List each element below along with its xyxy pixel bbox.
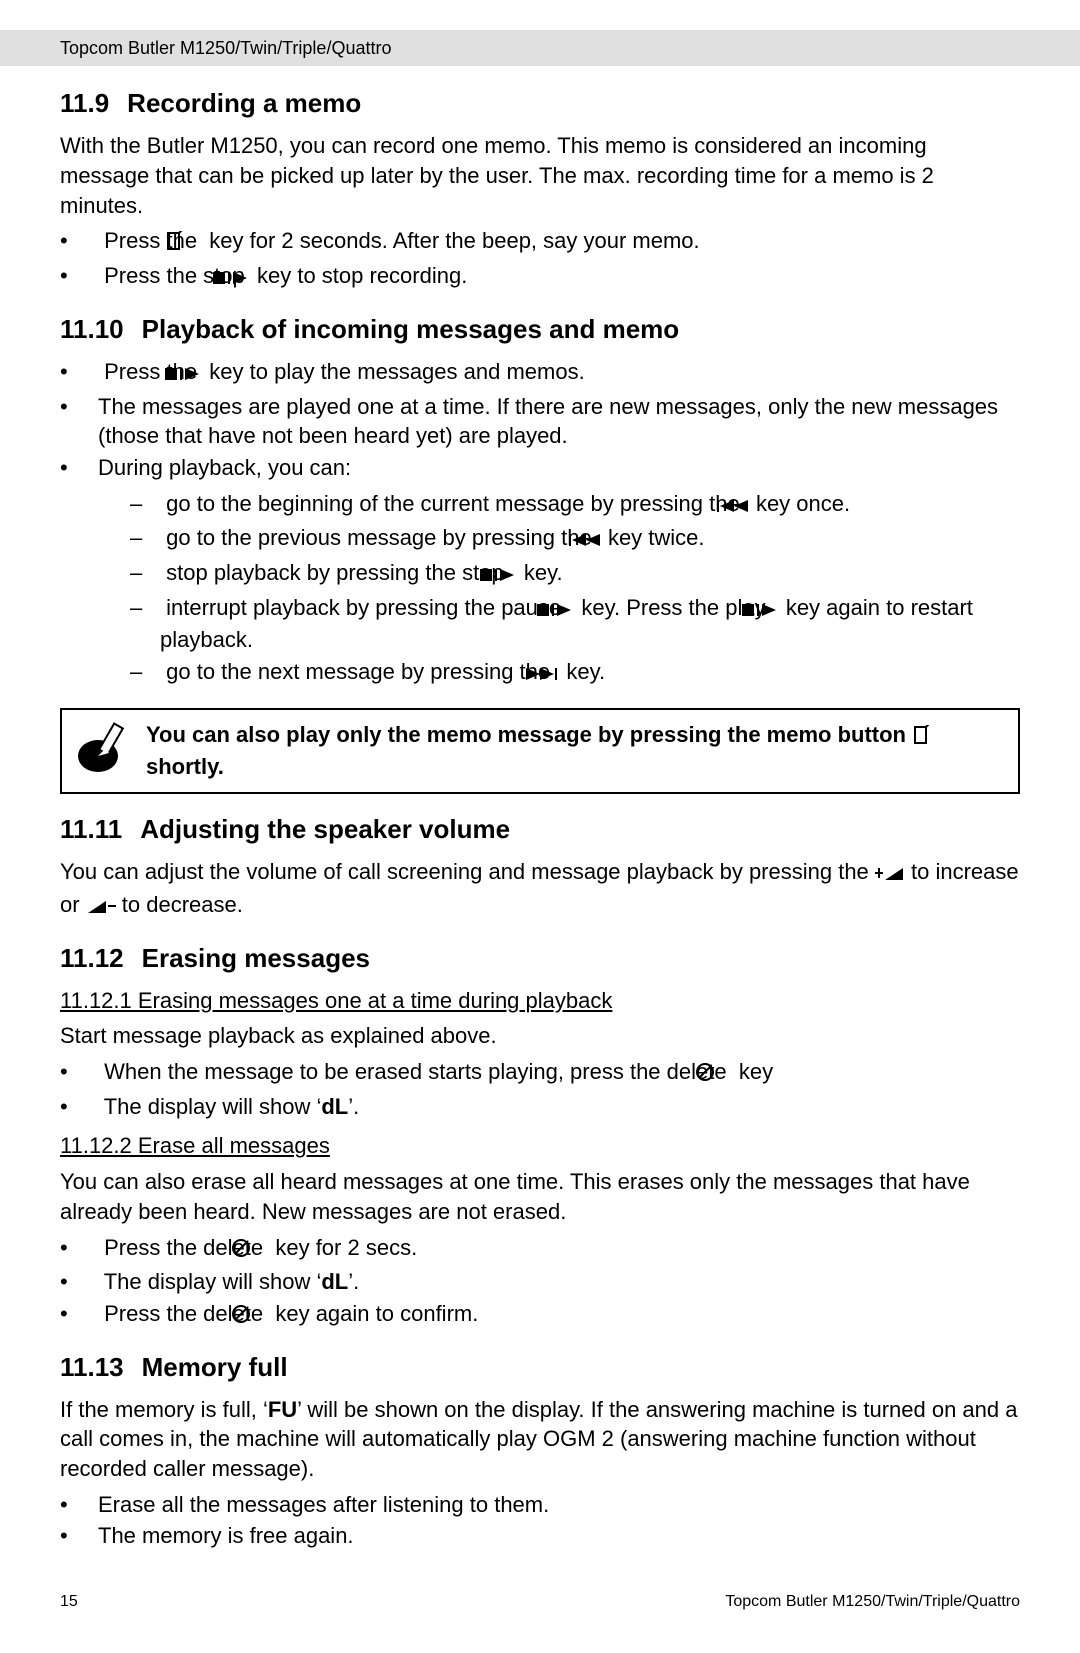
text: ’. xyxy=(348,1094,359,1119)
section-title: Erasing messages xyxy=(142,943,370,973)
section-title: Playback of incoming messages and memo xyxy=(142,314,680,344)
sublist-11-10: go to the beginning of the current messa… xyxy=(60,489,1020,690)
text: key to play the messages and memos. xyxy=(203,359,585,384)
note-text: You can also play only the memo message … xyxy=(146,720,1004,782)
text: key xyxy=(733,1059,773,1084)
section-number: 11.9 xyxy=(60,86,109,121)
text: The display will show ‘ xyxy=(104,1269,322,1294)
text: stop playback by pressing the stop xyxy=(166,560,510,585)
intro-11-9: With the Butler M1250, you can record on… xyxy=(60,131,1020,220)
text: key for 2 seconds. After the beep, say y… xyxy=(203,228,699,253)
text: shortly. xyxy=(146,754,224,779)
section-title: Recording a memo xyxy=(127,88,361,118)
text: You can also play only the memo message … xyxy=(146,722,912,747)
section-number: 11.13 xyxy=(60,1350,124,1385)
list-item: go to the previous message by pressing t… xyxy=(130,523,1020,556)
text: go to the next message by pressing the xyxy=(166,659,556,684)
list-11-13: Erase all the messages after listening t… xyxy=(60,1490,1020,1551)
list-item: Press the delete key for 2 secs. xyxy=(60,1233,1020,1266)
text: If the memory is full, ‘ xyxy=(60,1397,268,1422)
text: ’. xyxy=(348,1269,359,1294)
text: Press the xyxy=(104,228,203,253)
section-title: Adjusting the speaker volume xyxy=(140,814,510,844)
section-number: 11.12 xyxy=(60,941,124,976)
page-header: Topcom Butler M1250/Twin/Triple/Quattro xyxy=(0,30,1080,66)
stop-play-icon xyxy=(510,561,518,591)
list-11-9: Press the key for 2 seconds. After the b… xyxy=(60,226,1020,293)
section-number: 11.10 xyxy=(60,312,124,347)
note-pencil-icon xyxy=(76,720,130,782)
memo-icon xyxy=(912,723,930,753)
heading-11-13: 11.13 Memory full xyxy=(60,1350,1020,1385)
text: interrupt playback by pressing the pause xyxy=(166,595,567,620)
text-11-11: You can adjust the volume of call screen… xyxy=(60,857,1020,922)
text: key for 2 secs. xyxy=(269,1235,417,1260)
list-item: Erase all the messages after listening t… xyxy=(60,1490,1020,1520)
intro-11-12-1: Start message playback as explained abov… xyxy=(60,1021,1020,1051)
list-item: go to the beginning of the current messa… xyxy=(130,489,1020,522)
heading-11-12: 11.12 Erasing messages xyxy=(60,941,1020,976)
text: go to the beginning of the current messa… xyxy=(166,491,746,516)
intro-11-12-2: You can also erase all heard messages at… xyxy=(60,1167,1020,1226)
text: key. xyxy=(518,560,563,585)
list-item: stop playback by pressing the stop key. xyxy=(130,558,1020,591)
display-code: dL xyxy=(321,1269,348,1294)
page-number: 15 xyxy=(60,1591,78,1613)
list-11-12-1: When the message to be erased starts pla… xyxy=(60,1057,1020,1121)
subheading-11-12-1: 11.12.1 Erasing messages one at a time d… xyxy=(60,986,1020,1016)
text: to decrease. xyxy=(116,892,243,917)
list-item: The display will show ‘dL’. xyxy=(60,1267,1020,1297)
heading-11-9: 11.9 Recording a memo xyxy=(60,86,1020,121)
list-item: interrupt playback by pressing the pause… xyxy=(130,593,1020,655)
note-box: You can also play only the memo message … xyxy=(60,708,1020,794)
list-item: The display will show ‘dL’. xyxy=(60,1092,1020,1122)
list-item: The memory is free again. xyxy=(60,1521,1020,1551)
heading-11-11: 11.11 Adjusting the speaker volume xyxy=(60,812,1020,847)
intro-11-13: If the memory is full, ‘FU’ will be show… xyxy=(60,1395,1020,1484)
page-footer: 15 Topcom Butler M1250/Twin/Triple/Quatt… xyxy=(60,1591,1020,1613)
text: key again to confirm. xyxy=(269,1301,478,1326)
section-number: 11.11 xyxy=(60,812,122,847)
list-item: go to the next message by pressing the k… xyxy=(130,657,1020,690)
list-item: During playback, you can: xyxy=(60,453,1020,483)
list-item: Press the stop key to stop recording. xyxy=(60,261,1020,294)
display-code: FU xyxy=(268,1397,297,1422)
list-item: Press the delete key again to confirm. xyxy=(60,1299,1020,1332)
text: You can adjust the volume of call screen… xyxy=(60,859,875,884)
text: key once. xyxy=(750,491,850,516)
list-item: Press the key for 2 seconds. After the b… xyxy=(60,226,1020,259)
text: key twice. xyxy=(602,525,705,550)
section-title: Memory full xyxy=(142,1352,288,1382)
subheading-11-12-2: 11.12.2 Erase all messages xyxy=(60,1131,1020,1161)
header-title: Topcom Butler M1250/Twin/Triple/Quattro xyxy=(60,38,391,58)
display-code: dL xyxy=(321,1094,348,1119)
footer-right: Topcom Butler M1250/Twin/Triple/Quattro xyxy=(725,1591,1020,1613)
text: key. xyxy=(560,659,605,684)
list-item: When the message to be erased starts pla… xyxy=(60,1057,1020,1090)
volume-down-icon xyxy=(86,893,116,923)
stop-play-icon xyxy=(772,596,780,626)
text: When the message to be erased starts pla… xyxy=(104,1059,733,1084)
text: key to stop recording. xyxy=(251,263,467,288)
volume-up-icon xyxy=(875,860,905,890)
list-item: The messages are played one at a time. I… xyxy=(60,392,1020,451)
list-11-10: Press the key to play the messages and m… xyxy=(60,357,1020,483)
list-11-12-2: Press the delete key for 2 secs. The dis… xyxy=(60,1233,1020,1332)
text: go to the previous message by pressing t… xyxy=(166,525,598,550)
list-item: Press the key to play the messages and m… xyxy=(60,357,1020,390)
heading-11-10: 11.10 Playback of incoming messages and m… xyxy=(60,312,1020,347)
text: The display will show ‘ xyxy=(104,1094,322,1119)
